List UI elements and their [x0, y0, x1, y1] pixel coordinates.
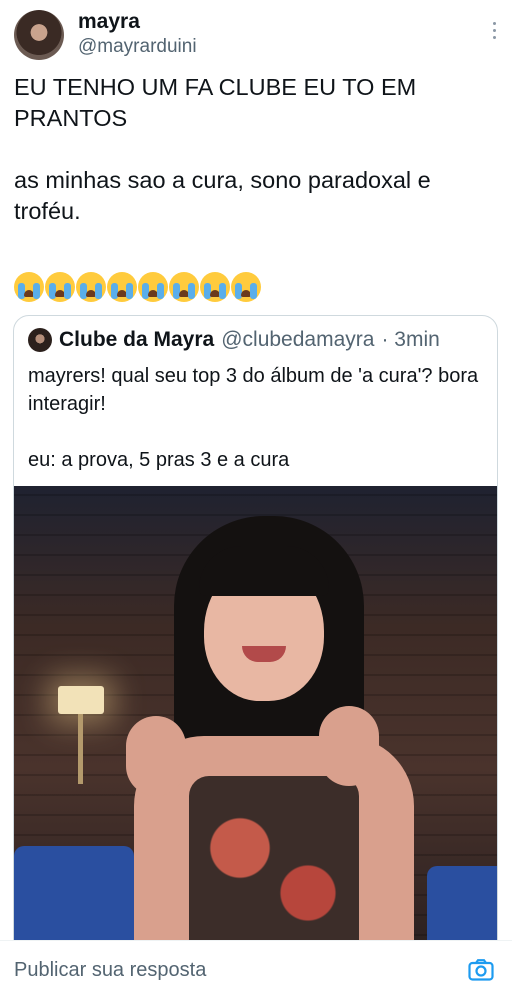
quoted-tweet[interactable]: Clube da Mayra @clubedamayra · 3min mayr…: [13, 315, 498, 957]
quoted-author-handle: @clubedamayra: [221, 328, 375, 351]
more-options-icon[interactable]: [492, 22, 498, 42]
reply-input[interactable]: Publicar sua resposta: [14, 959, 206, 982]
tweet-line-2: as minhas sao a cura, sono paradoxal e t…: [14, 167, 438, 224]
quoted-tweet-text: mayrers! qual seu top 3 do álbum de 'a c…: [28, 362, 483, 474]
camera-icon[interactable]: [468, 959, 494, 981]
author-handle[interactable]: @mayrarduini: [78, 36, 197, 58]
author-avatar[interactable]: [14, 10, 64, 60]
tweet-header: mayra @mayrarduini: [14, 8, 498, 64]
quoted-line-1: mayrers! qual seu top 3 do álbum de 'a c…: [28, 365, 484, 415]
reply-bar[interactable]: Publicar sua resposta: [0, 940, 512, 1001]
quoted-author-name: Clube da Mayra: [59, 328, 215, 351]
emoji-row: [14, 272, 261, 302]
quoted-avatar: [28, 328, 52, 352]
quoted-tweet-image[interactable]: [14, 486, 497, 956]
loudly-crying-face-icon: [76, 272, 106, 302]
quoted-timestamp: · 3min: [381, 328, 440, 351]
loudly-crying-face-icon: [200, 272, 230, 302]
tweet-text: EU TENHO UM FA CLUBE EU TO EM PRANTOS as…: [14, 72, 498, 227]
quoted-line-2: eu: a prova, 5 pras 3 e a cura: [28, 449, 290, 471]
loudly-crying-face-icon: [45, 272, 75, 302]
loudly-crying-face-icon: [107, 272, 137, 302]
quoted-tweet-header: Clube da Mayra @clubedamayra · 3min: [28, 328, 440, 352]
loudly-crying-face-icon: [138, 272, 168, 302]
loudly-crying-face-icon: [14, 272, 44, 302]
author-name[interactable]: mayra: [78, 10, 140, 34]
loudly-crying-face-icon: [169, 272, 199, 302]
tweet-line-1: EU TENHO UM FA CLUBE EU TO EM PRANTOS: [14, 74, 423, 131]
loudly-crying-face-icon: [231, 272, 261, 302]
